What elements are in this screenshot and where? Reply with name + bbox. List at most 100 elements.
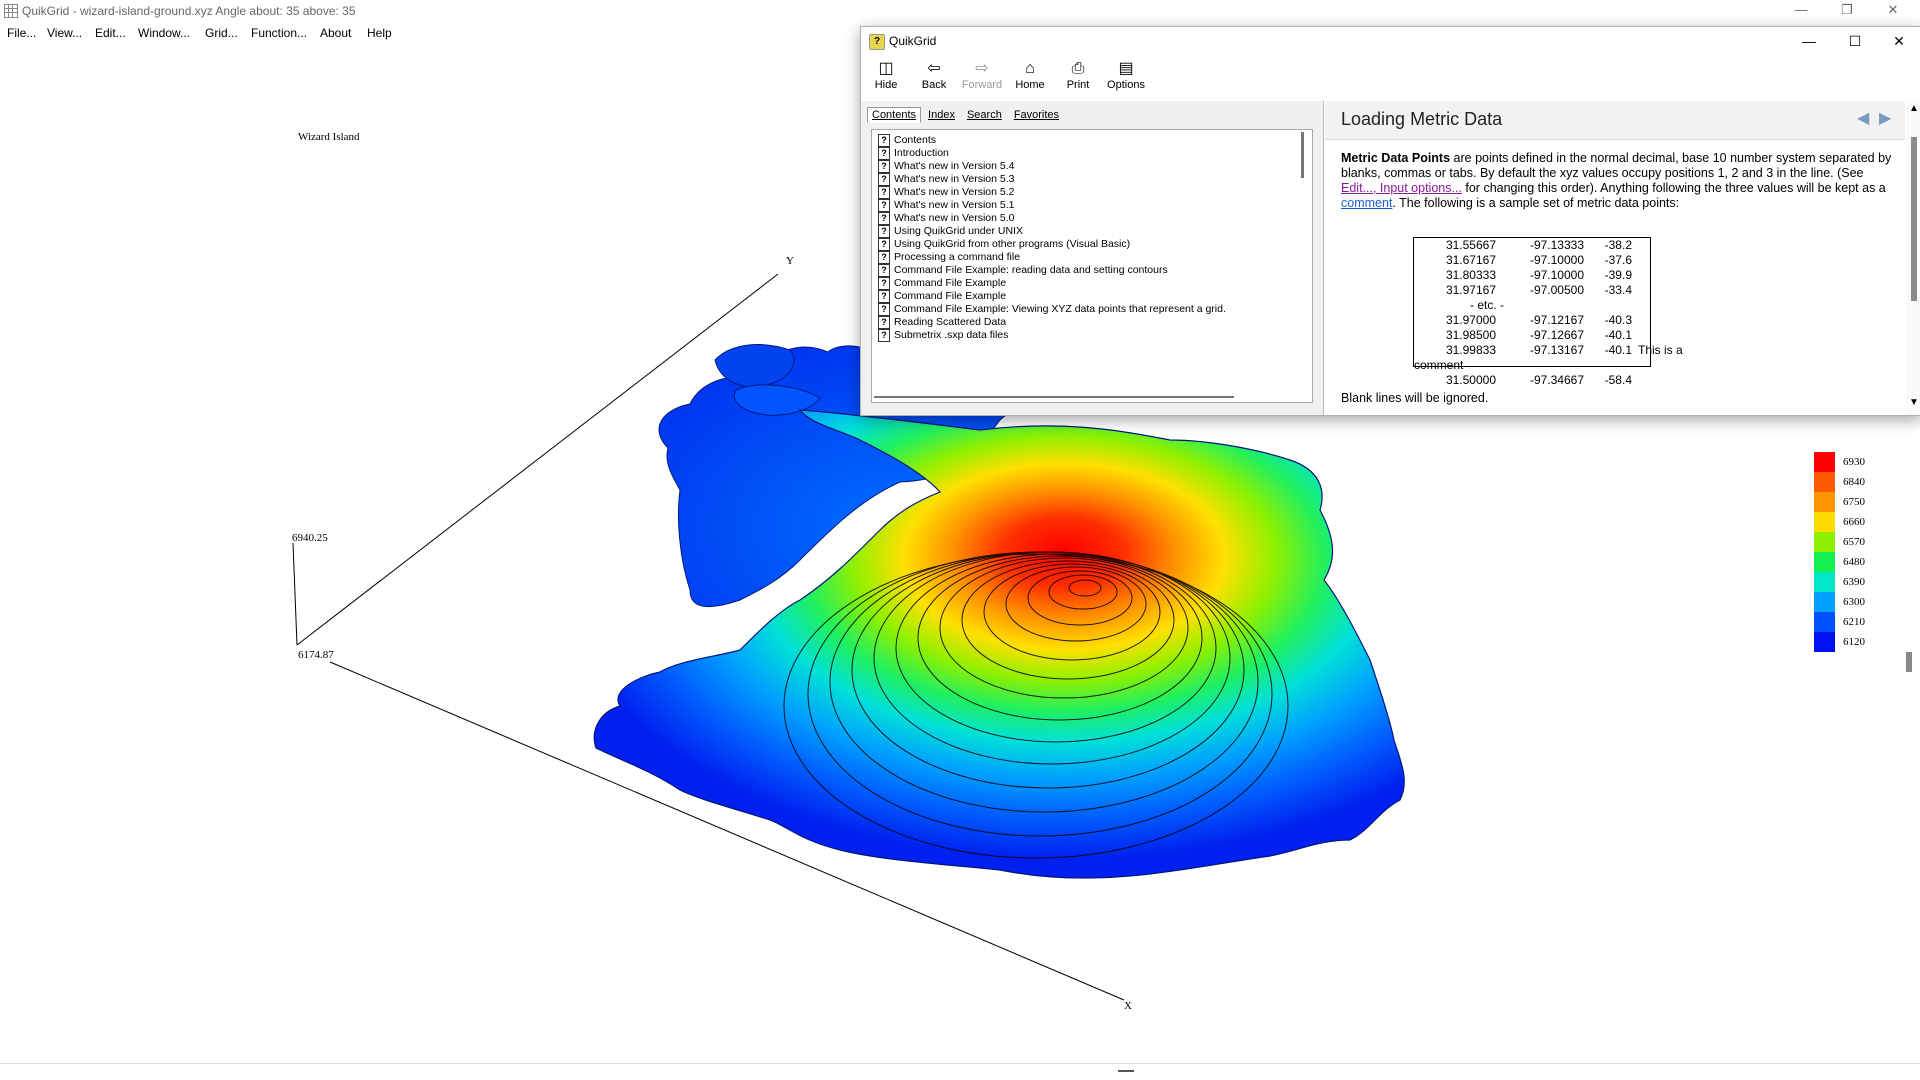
help-topic-icon: ? xyxy=(878,277,890,290)
z-axis xyxy=(292,542,298,646)
toc-vertical-scrollbar[interactable] xyxy=(1301,132,1304,178)
contents-tree: ? Contents ? Introduction ? What's new in V… xyxy=(871,129,1313,403)
resize-grip[interactable] xyxy=(1118,1070,1134,1072)
scroll-down-icon[interactable]: ▼ xyxy=(1909,397,1919,408)
hide-icon: ◫ xyxy=(878,60,894,77)
minimize-button[interactable]: — xyxy=(1778,0,1824,22)
legend-label: 6390 xyxy=(1843,576,1866,588)
cell: -97.13167 xyxy=(1529,343,1584,357)
help-topic-icon: ? xyxy=(878,329,890,342)
restore-button[interactable]: ❐ xyxy=(1824,0,1870,22)
help-topic-icon: ? xyxy=(878,186,890,199)
legend-label: 6750 xyxy=(1843,496,1866,508)
help-topic-icon: ? xyxy=(878,134,890,147)
hide-button[interactable]: ◫ Hide xyxy=(863,59,909,99)
help-toolbar: ◫ Hide ⇦ Back ⇨ Forward ⌂ Home ⎙ Print ▤… xyxy=(861,55,1920,101)
close-button[interactable]: ✕ xyxy=(1870,0,1916,22)
next-topic-icon[interactable]: ▶ xyxy=(1879,111,1895,127)
printer-icon: ⎙ xyxy=(1071,60,1085,77)
options-icon: ▤ xyxy=(1118,60,1134,77)
y-axis-label: Y xyxy=(786,255,794,267)
legend-label: 6210 xyxy=(1843,616,1866,628)
cell: 31.98500 xyxy=(1445,328,1496,342)
legend-swatch xyxy=(1814,612,1835,632)
legend-label: 6840 xyxy=(1843,476,1866,488)
menu-view[interactable]: View... xyxy=(47,26,82,40)
menu-about[interactable]: About xyxy=(320,26,351,40)
etc-row: - etc. - xyxy=(1470,298,1505,312)
term-bold: Metric Data Points xyxy=(1341,151,1451,165)
options-button[interactable]: ▤ Options xyxy=(1103,59,1149,99)
nav-tabs: Contents Index Search Favorites xyxy=(867,107,1066,125)
topic-content-pane: Loading Metric Data ◀ ▶ Metric Data Poin… xyxy=(1325,101,1920,415)
menu-function[interactable]: Function... xyxy=(251,26,307,40)
scrollbar-thumb[interactable] xyxy=(1906,652,1912,672)
plot-title: Wizard Island xyxy=(298,131,360,143)
menu-help[interactable]: Help xyxy=(367,26,392,40)
toc-horizontal-scrollbar[interactable] xyxy=(874,396,1234,398)
tab-favorites[interactable]: Favorites xyxy=(1009,107,1064,123)
help-maximize-button[interactable]: ☐ xyxy=(1833,29,1877,53)
main-vertical-scrollbar[interactable] xyxy=(1906,420,1912,1080)
tab-search[interactable]: Search xyxy=(962,107,1007,123)
help-topic-icon: ? xyxy=(878,251,890,264)
tab-contents[interactable]: Contents xyxy=(867,107,922,123)
cell: -97.12167 xyxy=(1529,313,1584,327)
help-topic-icon: ? xyxy=(878,147,890,160)
menu-grid[interactable]: Grid... xyxy=(205,26,238,40)
print-button[interactable]: ⎙ Print xyxy=(1055,59,1101,99)
table-row: 31.67167 -97.10000 -37.6 xyxy=(1414,253,1632,268)
edit-input-options-link[interactable]: Edit..., Input options... xyxy=(1341,181,1462,195)
navigation-pane: Contents Index Search Favorites ? Contents ?… xyxy=(861,101,1324,415)
help-topic-icon: ? xyxy=(878,316,890,329)
home-icon: ⌂ xyxy=(1025,60,1035,77)
home-button[interactable]: ⌂ Home xyxy=(1007,59,1053,99)
forward-button[interactable]: ⇨ Forward xyxy=(959,59,1005,99)
x-axis-label: X xyxy=(1124,1000,1132,1012)
legend-swatch xyxy=(1814,532,1835,552)
home-label: Home xyxy=(1015,79,1045,91)
cell: -40.3 xyxy=(1604,313,1632,327)
legend-swatch xyxy=(1814,552,1835,572)
topic-body: Metric Data Points are points defined in… xyxy=(1341,151,1901,211)
cell: -97.13333 xyxy=(1529,238,1584,252)
cell: -40.1 xyxy=(1604,328,1632,342)
tab-index[interactable]: Index xyxy=(923,107,960,123)
legend-swatch xyxy=(1814,572,1835,592)
body-text: . The following is a sample set of metri… xyxy=(1392,196,1680,210)
table-row: 31.80333 -97.10000 -39.9 xyxy=(1414,268,1632,283)
z-min-label: 6174.87 xyxy=(298,649,334,661)
back-arrow-icon: ⇦ xyxy=(927,60,941,77)
back-button[interactable]: ⇦ Back xyxy=(911,59,957,99)
cell: 31.80333 xyxy=(1445,268,1496,282)
previous-topic-icon[interactable]: ◀ xyxy=(1857,111,1873,127)
scrollbar-thumb[interactable] xyxy=(1911,137,1917,301)
table-row: 31.55667 -97.13333 -38.2 xyxy=(1414,238,1632,253)
scroll-up-icon[interactable]: ▲ xyxy=(1909,103,1919,114)
help-close-button[interactable]: ✕ xyxy=(1877,29,1920,53)
help-topic-icon: ? xyxy=(878,212,890,225)
help-book-icon: ? xyxy=(869,34,885,50)
toc-item[interactable]: ? Submetrix .sxp data files xyxy=(878,327,1008,343)
comment-link[interactable]: comment xyxy=(1341,196,1392,210)
cell: -33.4 xyxy=(1604,283,1632,297)
legend-label: 6300 xyxy=(1843,596,1866,608)
grid-app-icon xyxy=(4,4,18,18)
back-label: Back xyxy=(921,79,947,91)
cell: 31.50000 xyxy=(1445,373,1496,387)
terrain-surface xyxy=(593,344,1405,879)
help-minimize-button[interactable]: — xyxy=(1787,29,1831,53)
menu-window[interactable]: Window... xyxy=(138,26,190,40)
cell: -37.6 xyxy=(1604,253,1632,267)
forward-arrow-icon: ⇨ xyxy=(975,60,989,77)
cell: 31.97167 xyxy=(1445,283,1496,297)
menu-edit[interactable]: Edit... xyxy=(95,26,126,40)
menu-file[interactable]: File... xyxy=(7,26,36,40)
help-titlebar: ? QuikGrid — ☐ ✕ xyxy=(861,27,1920,55)
print-label: Print xyxy=(1066,79,1090,91)
options-label: Options xyxy=(1107,79,1145,91)
blank-lines-note: Blank lines will be ignored. xyxy=(1341,391,1489,405)
content-vertical-scrollbar[interactable]: ▲ ▼ xyxy=(1907,101,1920,415)
cell: 31.55667 xyxy=(1445,238,1496,252)
table-row: 31.98500 -97.12667 -40.1 xyxy=(1414,328,1632,343)
